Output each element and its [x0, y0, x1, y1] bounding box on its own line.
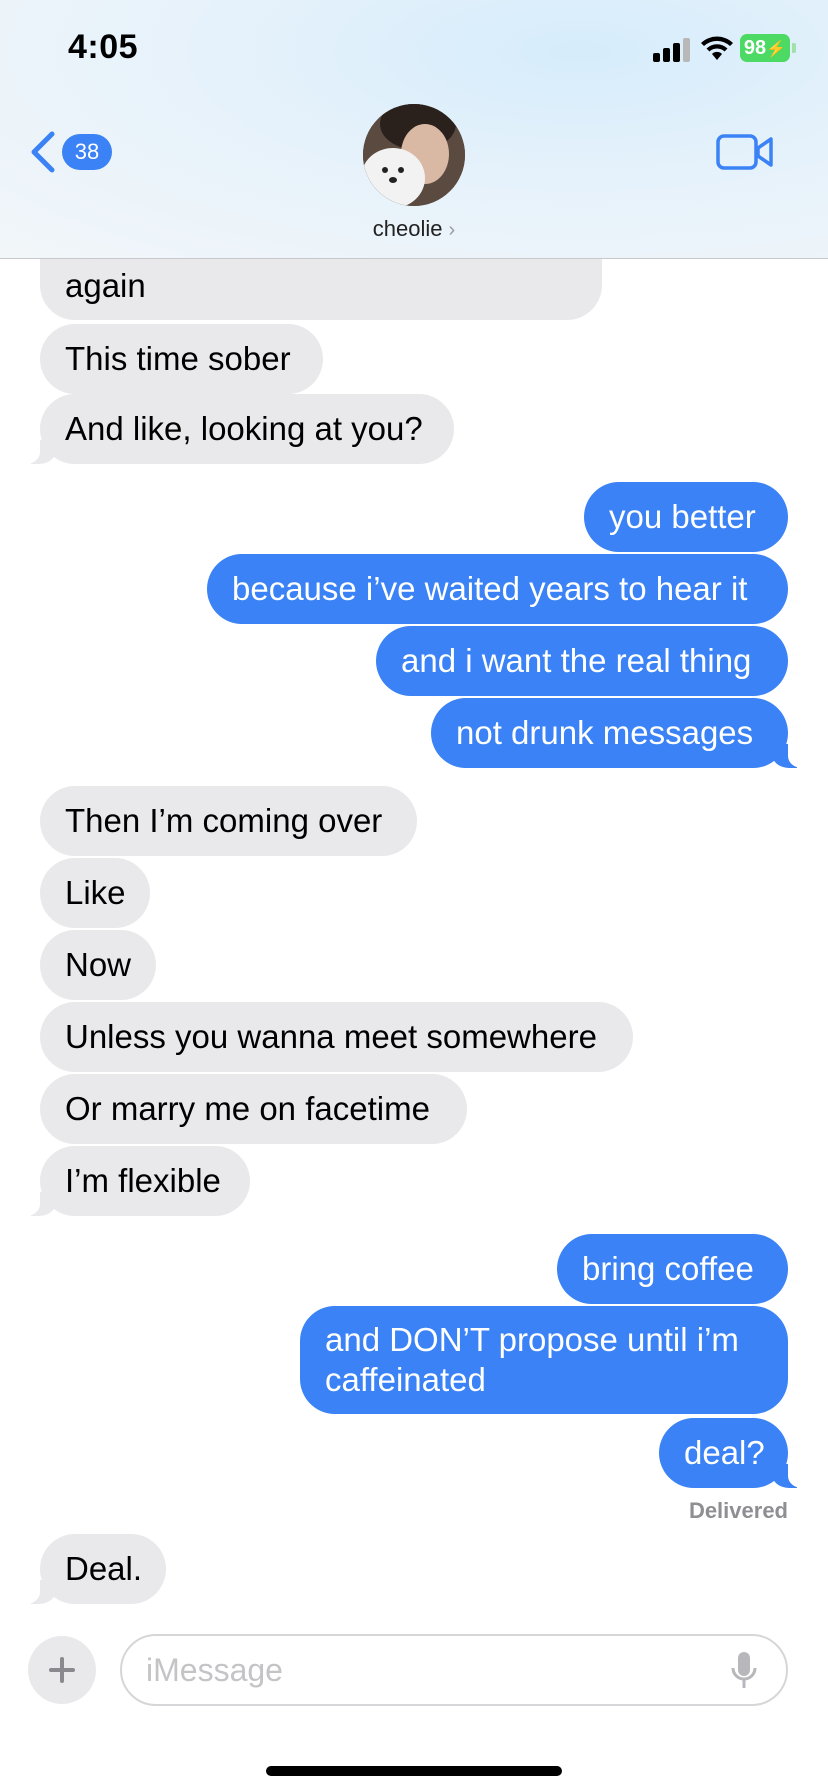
- message-bubble-outgoing[interactable]: because i’ve waited years to hear it: [207, 554, 788, 624]
- contact-name-button[interactable]: cheolie ›: [0, 216, 828, 242]
- message-bubble-incoming[interactable]: Like: [40, 858, 150, 928]
- message-bubble-outgoing[interactable]: and i want the real thing: [376, 626, 788, 696]
- apps-plus-button[interactable]: [28, 1636, 96, 1704]
- message-bubble-outgoing[interactable]: not drunk messages: [431, 698, 815, 768]
- message-bubble-incoming[interactable]: And like, looking at you?: [13, 394, 454, 464]
- status-time: 4:05: [68, 28, 139, 66]
- message-bubble-incoming[interactable]: Now: [40, 930, 156, 1000]
- contact-avatar[interactable]: [363, 104, 465, 206]
- message-bubble-incoming[interactable]: Or marry me on facetime: [40, 1074, 467, 1144]
- chevron-right-icon: ›: [448, 219, 456, 241]
- wifi-icon: [701, 36, 733, 60]
- battery-tip: [792, 43, 796, 53]
- message-bubble-incoming[interactable]: This time sober: [40, 324, 323, 394]
- chevron-left-icon: [31, 131, 55, 173]
- message-bubble-outgoing[interactable]: and DON’T propose until i’m caffeinated: [300, 1306, 788, 1414]
- battery-level: 98: [743, 37, 767, 59]
- message-bubble-incoming[interactable]: I’m flexible: [13, 1146, 250, 1216]
- unread-count-badge: 38: [62, 134, 112, 170]
- message-bubble-outgoing[interactable]: you better: [584, 482, 788, 552]
- back-button[interactable]: 38: [28, 124, 148, 180]
- contact-name: cheolie: [372, 216, 443, 241]
- charging-bolt-icon: ⚡: [766, 41, 787, 58]
- avatar-image: [363, 104, 465, 206]
- microphone-icon[interactable]: [730, 1650, 758, 1692]
- message-bubble-outgoing[interactable]: deal?: [659, 1418, 815, 1488]
- message-bubble-incoming[interactable]: Unless you wanna meet somewhere: [40, 1002, 633, 1072]
- battery-indicator: 98⚡: [740, 34, 790, 62]
- cellular-signal-icon: [653, 36, 691, 62]
- message-bubble-outgoing[interactable]: bring coffee: [557, 1234, 788, 1304]
- message-bubble-incoming[interactable]: Deal.: [13, 1534, 166, 1604]
- home-indicator: [266, 1766, 562, 1776]
- delivered-status: Delivered: [688, 1498, 788, 1523]
- message-bubble-incoming[interactable]: Then I’m coming over: [40, 786, 417, 856]
- conversation-header: 4:05 98⚡ 38 cheolie ›: [0, 0, 828, 259]
- facetime-video-icon[interactable]: [716, 132, 774, 172]
- imessage-input[interactable]: [120, 1634, 788, 1706]
